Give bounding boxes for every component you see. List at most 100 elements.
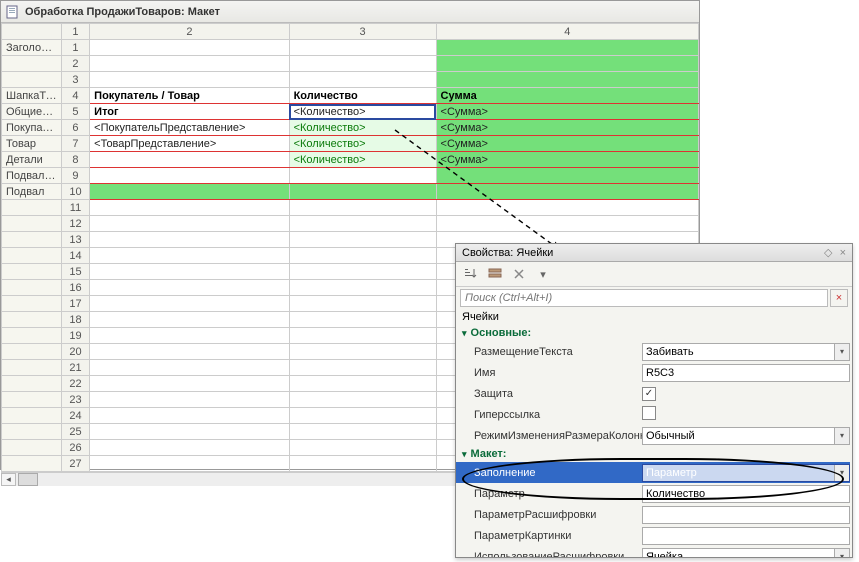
protect-checkbox[interactable]: ✓ — [642, 387, 656, 401]
category-icon[interactable] — [486, 265, 504, 283]
grid-cell[interactable]: <Сумма> — [436, 152, 698, 168]
prop-value-parameter[interactable]: Количество — [642, 485, 850, 503]
clear-search-icon[interactable]: × — [830, 289, 848, 307]
section-label[interactable]: ШапкаТабл — [2, 88, 62, 104]
dropdown-icon[interactable]: ▾ — [834, 344, 849, 360]
grid-cell[interactable]: <Сумма> — [436, 120, 698, 136]
grid-cell[interactable] — [436, 72, 698, 88]
grid-cell[interactable]: <Количество> — [289, 120, 436, 136]
dropdown-icon[interactable]: ▾ — [834, 428, 849, 444]
col-header-section[interactable] — [2, 24, 62, 40]
prop-value-fill[interactable]: Параметр ▾ — [642, 464, 850, 482]
grid-row: ОбщиеИтог 5 Итог <Количество> <Сумма> — [2, 104, 699, 120]
header-cell-sum[interactable]: Сумма — [436, 88, 698, 104]
prop-label: Защита — [474, 388, 642, 400]
pin-icon[interactable]: ◇ — [824, 247, 832, 259]
row-number[interactable]: 3 — [61, 72, 89, 88]
grid-cell[interactable]: Итог — [90, 104, 289, 120]
grid-cell[interactable] — [436, 168, 698, 184]
properties-panel: Свойства: Ячейки ◇ × ▾ × Ячейки ▾ Основн… — [455, 243, 853, 558]
grid-cell[interactable]: <Сумма> — [436, 104, 698, 120]
section-label[interactable]: Покупател — [2, 120, 62, 136]
prop-value-text-layout[interactable]: Забивать ▾ — [642, 343, 850, 361]
row-number[interactable]: 10 — [61, 184, 89, 200]
scroll-left-button[interactable]: ◂ — [1, 473, 16, 486]
grid-cell[interactable] — [90, 184, 289, 200]
grid-cell[interactable] — [436, 56, 698, 72]
section-label[interactable] — [2, 72, 62, 88]
column-header-row: 1 2 3 4 — [2, 24, 699, 40]
header-cell-qty[interactable]: Количество — [289, 88, 436, 104]
group-header-main[interactable]: ▾ Основные: — [456, 325, 850, 341]
prop-row-protect: Защита ✓ — [456, 383, 850, 404]
dropdown-icon[interactable]: ▾ — [834, 549, 849, 558]
grid-row: Товар 7 <ТоварПредставление> <Количество… — [2, 136, 699, 152]
row-number[interactable]: 7 — [61, 136, 89, 152]
properties-titlebar: Свойства: Ячейки ◇ × — [456, 244, 852, 262]
grid-cell[interactable] — [289, 168, 436, 184]
prop-label: ИспользованиеРасшифровки — [474, 551, 642, 558]
hyperlink-checkbox[interactable] — [642, 406, 656, 420]
header-cell-buyer[interactable]: Покупатель / Товар — [90, 88, 289, 104]
prop-value-col-resize[interactable]: Обычный ▾ — [642, 427, 850, 445]
grid-cell[interactable] — [90, 168, 289, 184]
prop-row-text-layout: РазмещениеТекста Забивать ▾ — [456, 341, 850, 362]
prop-value-drill[interactable] — [642, 506, 850, 524]
grid-cell[interactable] — [90, 152, 289, 168]
search-input[interactable] — [460, 289, 828, 307]
col-header-3[interactable]: 3 — [289, 24, 436, 40]
grid-cell[interactable] — [289, 72, 436, 88]
row-number[interactable]: 1 — [61, 40, 89, 56]
grid-cell[interactable]: <Сумма> — [436, 136, 698, 152]
prop-value-usedrill[interactable]: Ячейка ▾ — [642, 548, 850, 558]
dropdown-icon[interactable]: ▾ — [834, 465, 849, 481]
sort-az-icon[interactable] — [462, 265, 480, 283]
grid-cell[interactable]: <Количество> — [289, 136, 436, 152]
col-header-4[interactable]: 4 — [436, 24, 698, 40]
grid-cell-selected[interactable]: <Количество> — [289, 104, 436, 120]
section-label[interactable]: ПодвалТабл — [2, 168, 62, 184]
properties-body[interactable]: ▾ Основные: РазмещениеТекста Забивать ▾ … — [456, 325, 852, 557]
section-label[interactable] — [2, 56, 62, 72]
section-label[interactable]: Подвал — [2, 184, 62, 200]
row-number[interactable]: 6 — [61, 120, 89, 136]
grid-cell[interactable]: <ПокупательПредставление> — [90, 120, 289, 136]
prop-value-name[interactable]: R5C3 — [642, 364, 850, 382]
group-label: Макет: — [471, 448, 507, 460]
window-title: Обработка ПродажиТоваров: Макет — [25, 6, 220, 18]
row-number[interactable]: 8 — [61, 152, 89, 168]
grid-row: Покупател 6 <ПокупательПредставление> <К… — [2, 120, 699, 136]
section-label[interactable]: Заголовок — [2, 40, 62, 56]
prop-value-picture[interactable] — [642, 527, 850, 545]
prop-label: Имя — [474, 367, 642, 379]
grid-cell[interactable] — [289, 40, 436, 56]
chevron-down-icon[interactable]: ▾ — [534, 265, 552, 283]
grid-cell[interactable] — [436, 184, 698, 200]
grid-cell[interactable] — [90, 56, 289, 72]
grid-cell[interactable]: <ТоварПредставление> — [90, 136, 289, 152]
row-number[interactable]: 4 — [61, 88, 89, 104]
prop-label: ПараметрКартинки — [474, 530, 642, 542]
properties-search: × — [456, 287, 852, 309]
row-number[interactable]: 9 — [61, 168, 89, 184]
prop-row-usedrill: ИспользованиеРасшифровки Ячейка ▾ — [456, 546, 850, 557]
col-header-2[interactable]: 2 — [90, 24, 289, 40]
grid-cell[interactable] — [436, 40, 698, 56]
grid-row: 11 — [2, 200, 699, 216]
section-label[interactable]: Детали — [2, 152, 62, 168]
scroll-thumb[interactable] — [18, 473, 38, 486]
section-label[interactable]: ОбщиеИтог — [2, 104, 62, 120]
close-icon[interactable]: × — [840, 247, 846, 259]
delete-icon[interactable] — [510, 265, 528, 283]
grid-cell[interactable] — [289, 184, 436, 200]
group-header-layout[interactable]: ▾ Макет: — [456, 446, 850, 462]
grid-cell[interactable] — [289, 56, 436, 72]
section-label[interactable]: Товар — [2, 136, 62, 152]
col-header-1[interactable]: 1 — [61, 24, 89, 40]
grid-cell[interactable] — [90, 40, 289, 56]
grid-cell[interactable]: <Количество> — [289, 152, 436, 168]
grid-row: 12 — [2, 216, 699, 232]
row-number[interactable]: 5 — [61, 104, 89, 120]
grid-cell[interactable] — [90, 72, 289, 88]
row-number[interactable]: 2 — [61, 56, 89, 72]
